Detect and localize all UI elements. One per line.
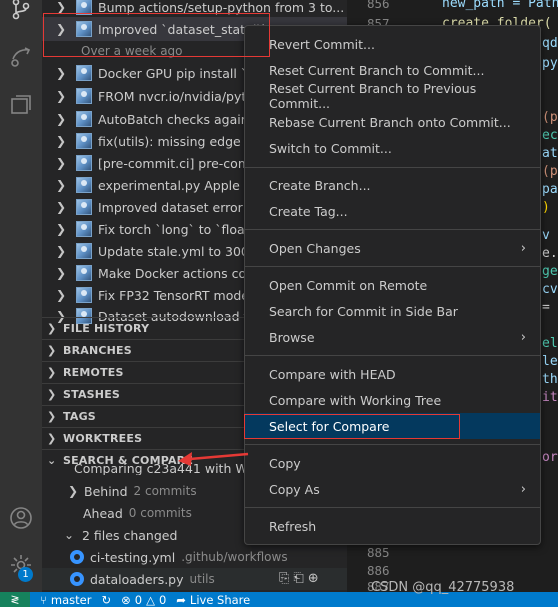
chevron-right-icon[interactable]: ❯ bbox=[56, 266, 70, 280]
avatar bbox=[76, 265, 92, 281]
avatar bbox=[76, 21, 92, 37]
menu-compare-with-head[interactable]: Compare with HEAD bbox=[245, 361, 540, 387]
watermark: CSDN @qq_42775938 bbox=[371, 580, 515, 595]
chevron-right-icon: ❯ bbox=[47, 366, 57, 379]
problems-indicator[interactable]: ⊗ 0 △ 0 bbox=[121, 593, 166, 607]
live-share-button[interactable]: ➦ Live Share bbox=[176, 593, 250, 607]
chevron-right-icon[interactable]: ❯ bbox=[56, 112, 70, 126]
menu-separator bbox=[245, 355, 540, 356]
menu-open-changes[interactable]: Open Changes › bbox=[245, 235, 540, 261]
menu-separator bbox=[245, 229, 540, 230]
sync-button[interactable]: ↻ bbox=[101, 593, 111, 607]
menu-create-tag[interactable]: Create Tag... bbox=[245, 198, 540, 224]
menu-compare-working-tree[interactable]: Compare with Working Tree bbox=[245, 387, 540, 413]
error-icon: ⊗ bbox=[121, 592, 131, 607]
file-modified-icon bbox=[70, 572, 84, 586]
branch-icon: ⑂ bbox=[40, 592, 47, 607]
menu-copy-as[interactable]: Copy As › bbox=[245, 476, 540, 502]
branch-indicator[interactable]: ⑂ master bbox=[40, 593, 91, 607]
avatar bbox=[76, 221, 92, 237]
account-icon[interactable] bbox=[6, 503, 36, 533]
changed-file[interactable]: ci-testing.yml .github/workflows bbox=[42, 546, 347, 568]
menu-copy[interactable]: Copy bbox=[245, 450, 540, 476]
activity-bar: 1 bbox=[0, 0, 42, 592]
avatar bbox=[76, 199, 92, 215]
menu-refresh[interactable]: Refresh bbox=[245, 513, 540, 539]
menu-search-commit-sidebar[interactable]: Search for Commit in Side Bar bbox=[245, 298, 540, 324]
chevron-right-icon: ❯ bbox=[47, 410, 57, 423]
source-control-icon[interactable] bbox=[6, 0, 36, 24]
chevron-right-icon: ❯ bbox=[68, 484, 79, 498]
chevron-right-icon[interactable]: ❯ bbox=[56, 156, 70, 170]
menu-open-commit-on-remote[interactable]: Open Commit on Remote bbox=[245, 272, 540, 298]
file-modified-icon bbox=[70, 550, 84, 564]
avatar bbox=[76, 0, 92, 15]
chevron-right-icon[interactable]: ❯ bbox=[56, 134, 70, 148]
avatar bbox=[76, 88, 92, 104]
menu-rebase-onto-commit[interactable]: Rebase Current Branch onto Commit... bbox=[245, 109, 540, 135]
chevron-right-icon[interactable]: ❯ bbox=[56, 66, 70, 80]
chevron-right-icon: › bbox=[520, 240, 526, 256]
avatar bbox=[76, 155, 92, 171]
avatar bbox=[76, 243, 92, 259]
menu-select-for-compare[interactable]: Select for Compare bbox=[245, 413, 540, 439]
commit-context-menu: Revert Commit... Reset Current Branch to… bbox=[244, 25, 541, 545]
file-actions-icon[interactable]: ⎘⎗⊕ bbox=[279, 571, 323, 586]
chevron-right-icon[interactable]: ❯ bbox=[56, 0, 70, 14]
chevron-down-icon: ⌄ bbox=[64, 528, 75, 542]
remote-explorer-icon[interactable] bbox=[6, 42, 36, 72]
chevron-right-icon: › bbox=[520, 329, 526, 345]
menu-browse[interactable]: Browse › bbox=[245, 324, 540, 350]
chevron-right-icon[interactable]: ❯ bbox=[56, 178, 70, 192]
sync-icon: ↻ bbox=[101, 592, 112, 607]
menu-reset-to-previous[interactable]: Reset Current Branch to Previous Commit.… bbox=[245, 81, 540, 111]
menu-separator bbox=[245, 444, 540, 445]
chevron-right-icon[interactable]: ❯ bbox=[56, 222, 70, 236]
menu-separator bbox=[245, 266, 540, 267]
live-share-icon: ➦ bbox=[176, 592, 186, 607]
menu-revert-commit[interactable]: Revert Commit... bbox=[245, 31, 540, 57]
menu-reset-to-commit[interactable]: Reset Current Branch to Commit... bbox=[245, 57, 540, 83]
avatar bbox=[76, 287, 92, 303]
menu-separator bbox=[245, 167, 540, 168]
annotation-arrow-icon bbox=[178, 452, 249, 466]
settings-badge: 1 bbox=[18, 567, 33, 582]
chevron-right-icon: ❯ bbox=[47, 388, 57, 401]
chevron-right-icon[interactable]: ❯ bbox=[56, 288, 70, 302]
chevron-right-icon: ❯ bbox=[47, 344, 57, 357]
remote-indicator-icon[interactable]: ≷ bbox=[0, 592, 30, 607]
avatar bbox=[76, 177, 92, 193]
chevron-right-icon[interactable]: ❯ bbox=[56, 89, 70, 103]
chevron-right-icon: ❯ bbox=[47, 322, 57, 335]
menu-separator bbox=[245, 507, 540, 508]
chevron-right-icon: › bbox=[520, 481, 526, 497]
avatar bbox=[76, 133, 92, 149]
chevron-right-icon[interactable]: ❯ bbox=[56, 200, 70, 214]
explorer-icon[interactable] bbox=[6, 90, 36, 120]
avatar bbox=[76, 111, 92, 127]
warning-icon: △ bbox=[146, 592, 155, 607]
menu-switch-to-commit[interactable]: Switch to Commit... bbox=[245, 135, 540, 161]
avatar bbox=[76, 65, 92, 81]
menu-create-branch[interactable]: Create Branch... bbox=[245, 172, 540, 198]
chevron-right-icon: ❯ bbox=[47, 432, 57, 445]
changed-file[interactable]: dataloaders.py utils ⎘⎗⊕ bbox=[42, 568, 347, 590]
chevron-right-icon[interactable]: ❯ bbox=[56, 244, 70, 258]
chevron-right-icon[interactable]: ❯ bbox=[56, 22, 70, 36]
